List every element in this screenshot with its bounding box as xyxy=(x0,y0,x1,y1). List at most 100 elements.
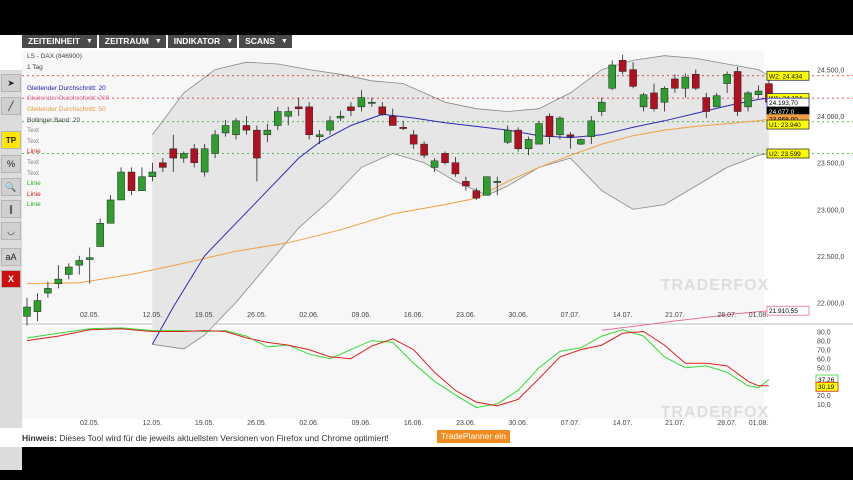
arc-icon: ◡ xyxy=(7,225,15,236)
candle-body xyxy=(138,176,146,191)
percent-tool[interactable]: % xyxy=(1,155,21,173)
text-tool[interactable]: aA xyxy=(1,248,21,266)
price-label: W2: 24.434 xyxy=(766,70,810,81)
candle-body xyxy=(733,71,742,112)
candle-body xyxy=(200,148,209,173)
y-tick-label: 23.500,0 xyxy=(817,161,844,168)
price-label-text: 21.910,55 xyxy=(769,308,798,315)
candle-body xyxy=(723,74,731,84)
candle-body xyxy=(409,134,418,145)
candle-body xyxy=(535,123,543,145)
candle-body xyxy=(294,106,303,109)
candle xyxy=(514,127,522,152)
candle-body xyxy=(556,117,564,136)
y-tick-label: 24.000,0 xyxy=(817,114,844,121)
x-tick-label: 01.08. xyxy=(749,420,769,427)
candle-body xyxy=(85,257,94,260)
x-tick-label: 09.06. xyxy=(352,420,372,427)
zoom-tool[interactable]: 🔍 xyxy=(1,178,21,196)
cursor-icon: ➤ xyxy=(7,77,15,88)
legend-entry[interactable]: Gleitender Durchschnitt: 200 xyxy=(27,94,109,105)
candle-body xyxy=(23,306,31,317)
candle-body xyxy=(117,171,125,201)
candle-body xyxy=(587,120,596,137)
candle-body xyxy=(33,300,42,312)
x-tick-label: 12.05. xyxy=(143,420,163,427)
price-label: 21.910,55 xyxy=(766,305,810,316)
parallel-lines-icon: ∥ xyxy=(8,203,14,214)
legend-entry[interactable]: Text xyxy=(27,158,109,169)
candle-body xyxy=(660,87,669,103)
legend-entry[interactable]: Gleitender Durchschnitt: 50 xyxy=(27,105,109,116)
candle xyxy=(608,60,616,91)
legend-entry: LS - DAX (846900) xyxy=(27,53,82,60)
legend-entry[interactable]: Linie xyxy=(27,200,109,211)
watermark: TRADERFOX xyxy=(661,277,770,294)
osc-tick-label: 50,0 xyxy=(817,366,831,373)
candle-body xyxy=(650,92,658,109)
legend-entry[interactable]: Bollinger Band: 20 xyxy=(27,116,109,127)
price-label: U1: 23.940 xyxy=(766,119,810,130)
x-tick-label: 26.05. xyxy=(247,420,267,427)
legend-entry[interactable]: Linie xyxy=(27,179,109,190)
osc-tick-label: 10,0 xyxy=(817,402,831,409)
tradeplanner-button[interactable]: TradePlanner ein xyxy=(437,430,510,443)
candle xyxy=(535,120,543,145)
candle-body xyxy=(744,92,752,108)
candle-body xyxy=(629,69,637,87)
x-tick-label: 23.06. xyxy=(456,420,476,427)
candle xyxy=(441,151,449,165)
x-tick-label: 19.05. xyxy=(195,312,215,319)
chart-application: ZEITEINHEIT ▼ ZEITRAUM ▼ INDIKATOR ▼ SCANS ▼… xyxy=(0,35,853,470)
candle-body xyxy=(169,148,178,159)
candle-body xyxy=(378,106,387,115)
candle xyxy=(305,102,313,140)
cursor-tool[interactable]: ➤ xyxy=(1,74,21,92)
candle xyxy=(200,144,209,177)
x-tick-label: 26.05. xyxy=(247,312,267,319)
arc-tool[interactable]: ◡ xyxy=(1,222,21,240)
candle-body xyxy=(524,139,533,150)
candle-body xyxy=(336,115,345,119)
tradeplanner-tool[interactable]: TP xyxy=(1,131,21,149)
x-tick-label: 21.07. xyxy=(665,420,685,427)
legend-entry[interactable]: Linie xyxy=(27,190,109,201)
candle xyxy=(733,66,742,117)
price-label: 24.193,70 xyxy=(766,97,810,108)
x-tick-label: 02.05. xyxy=(80,420,100,427)
candle-body xyxy=(483,176,491,196)
candle-body xyxy=(159,162,167,168)
x-tick-label: 30.06. xyxy=(508,312,528,319)
candle-body xyxy=(253,129,261,159)
candle-body xyxy=(598,101,606,112)
x-tick-label: 19.05. xyxy=(195,420,215,427)
candle-body xyxy=(305,106,313,136)
price-label-text: W2: 24.434 xyxy=(769,73,803,80)
x-tick-label: 02.05. xyxy=(80,312,100,319)
candle-body xyxy=(545,115,554,137)
osc-tick-label: 70,0 xyxy=(817,348,831,355)
legend-entry[interactable]: Text xyxy=(27,137,109,148)
legend-entry[interactable]: Gleitender Durchschnitt: 20 xyxy=(27,84,109,95)
candle-body xyxy=(357,97,366,108)
candle-body xyxy=(347,106,355,111)
browser-hint: Hinweis: Dieses Tool wird für die jeweil… xyxy=(22,433,389,443)
candle-body xyxy=(65,266,73,275)
candle-body xyxy=(180,153,188,159)
legend-entry[interactable]: Linie xyxy=(27,147,109,158)
drawing-toolbar: ➤ ╱ TP % 🔍 ∥ ◡ aA X xyxy=(0,70,22,470)
oscillator-panel-bg xyxy=(22,327,764,419)
candle-body xyxy=(263,129,272,136)
candle-body xyxy=(671,78,679,89)
legend-entry[interactable]: Text xyxy=(27,126,109,137)
x-tick-label: 01.08. xyxy=(749,312,769,319)
candle xyxy=(117,167,125,201)
line-tool[interactable]: ╱ xyxy=(1,97,21,115)
tradeplanner-icon: TP xyxy=(5,135,17,145)
legend-entry: 1 Tag xyxy=(27,63,43,71)
legend-entry[interactable]: Text xyxy=(27,169,109,180)
chart-canvas[interactable]: TRADERFOX TRADERFOX 24.500,0 24.000,0 23.500… xyxy=(0,35,853,428)
x-tick-label: 09.06. xyxy=(352,312,372,319)
remove-drawings-button[interactable]: X xyxy=(1,270,21,288)
parallel-tool[interactable]: ∥ xyxy=(1,200,21,218)
